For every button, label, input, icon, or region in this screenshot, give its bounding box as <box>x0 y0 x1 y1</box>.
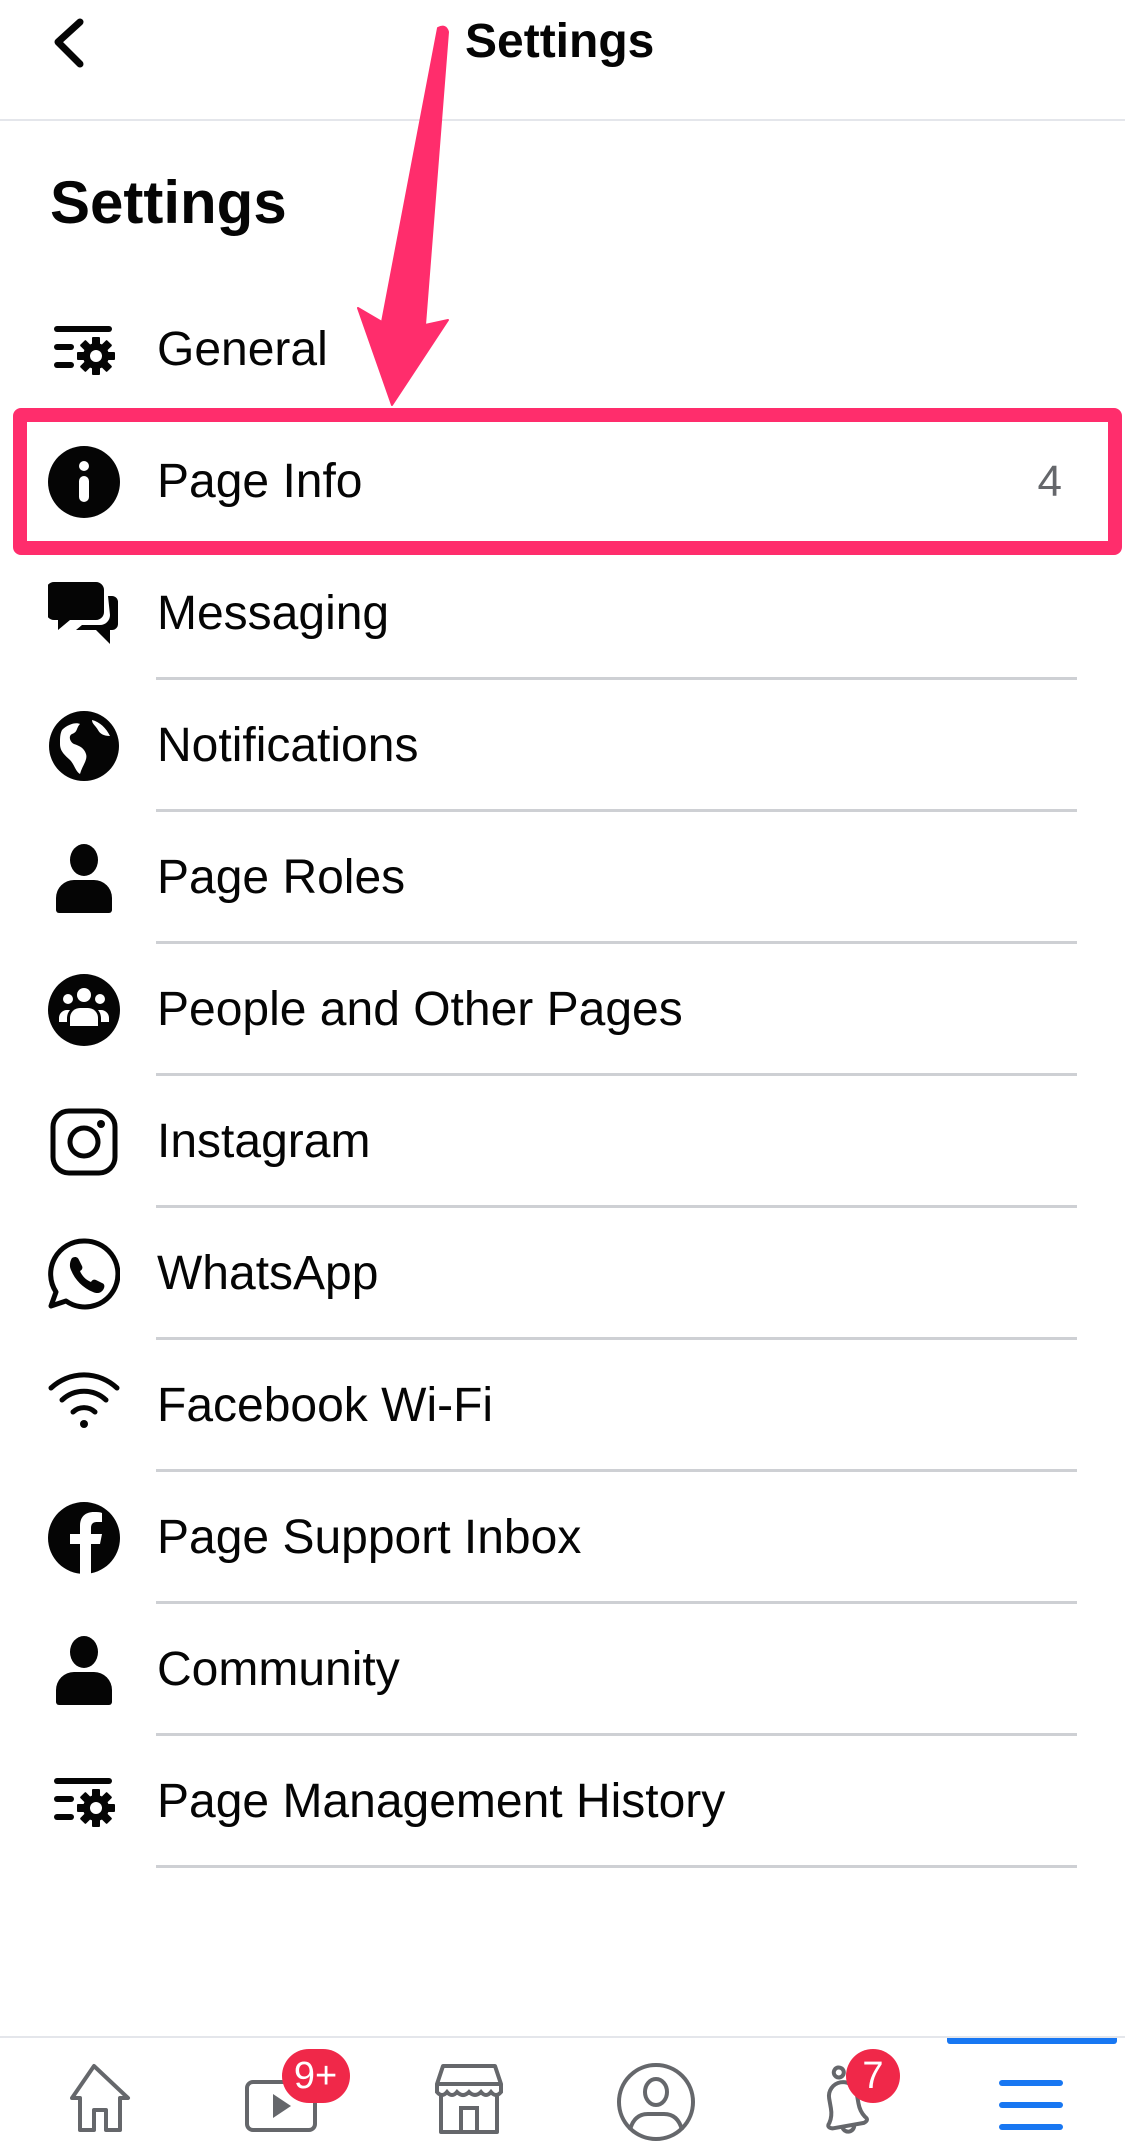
settings-item-label: Page Management History <box>157 1775 726 1828</box>
tab-home[interactable] <box>0 2038 188 2151</box>
settings-item-label: Page Roles <box>157 851 406 904</box>
back-button[interactable] <box>40 10 100 80</box>
store-icon <box>434 2064 503 2134</box>
chevron-left-icon <box>54 18 84 68</box>
settings-item-label: Notifications <box>157 719 419 772</box>
page-title: Settings <box>50 169 287 236</box>
people-group-icon <box>46 974 122 1046</box>
tab-notifications[interactable]: 7 <box>750 2038 938 2151</box>
settings-item-label: Instagram <box>157 1115 371 1168</box>
tab-menu[interactable] <box>938 2038 1125 2151</box>
tab-marketplace[interactable] <box>375 2038 563 2151</box>
item-count: 4 <box>1037 457 1062 506</box>
header-title: Settings <box>465 15 655 68</box>
settings-item-page-support-inbox[interactable]: Page Support Inbox <box>0 1472 1125 1604</box>
home-icon <box>69 2064 130 2132</box>
settings-item-facebook-wifi[interactable]: Facebook Wi-Fi <box>0 1340 1125 1472</box>
settings-item-page-info[interactable]: Page Info 4 <box>0 416 1125 548</box>
settings-list-gear-icon <box>46 314 122 386</box>
person-icon <box>46 842 122 914</box>
profile-icon <box>617 2063 696 2141</box>
wifi-icon <box>46 1370 122 1442</box>
notifications-badge: 7 <box>846 2049 900 2103</box>
settings-item-label: Page Support Inbox <box>157 1511 582 1564</box>
settings-item-page-management-history[interactable]: Page Management History <box>0 1736 1125 1868</box>
globe-icon <box>46 710 122 782</box>
settings-item-messaging[interactable]: Messaging <box>0 548 1125 680</box>
settings-item-label: General <box>157 323 328 376</box>
settings-item-notifications[interactable]: Notifications <box>0 680 1125 812</box>
settings-list-gear-icon <box>46 1766 122 1838</box>
whatsapp-icon <box>46 1238 122 1310</box>
settings-item-label: People and Other Pages <box>157 983 683 1036</box>
settings-list: General Page Info 4 Messaging Notificati… <box>0 284 1125 1868</box>
info-icon <box>46 446 122 518</box>
settings-item-label: Community <box>157 1643 400 1696</box>
tab-profile[interactable] <box>563 2038 751 2151</box>
divider <box>156 1865 1077 1868</box>
settings-item-label: Messaging <box>157 587 390 640</box>
bottom-tab-bar: 9+ 7 <box>0 2036 1125 2151</box>
person-icon <box>46 1634 122 1706</box>
settings-item-people-and-other-pages[interactable]: People and Other Pages <box>0 944 1125 1076</box>
settings-item-label: Page Info <box>157 455 363 508</box>
menu-icon <box>999 2080 1064 2130</box>
top-nav-bar: Settings <box>0 0 1125 121</box>
settings-item-whatsapp[interactable]: WhatsApp <box>0 1208 1125 1340</box>
settings-item-instagram[interactable]: Instagram <box>0 1076 1125 1208</box>
settings-item-community[interactable]: Community <box>0 1604 1125 1736</box>
settings-item-general[interactable]: General <box>0 284 1125 416</box>
facebook-icon <box>46 1502 122 1574</box>
settings-item-label: Facebook Wi-Fi <box>157 1379 494 1432</box>
settings-item-label: WhatsApp <box>157 1247 379 1300</box>
watch-badge: 9+ <box>281 2049 350 2103</box>
settings-item-page-roles[interactable]: Page Roles <box>0 812 1125 944</box>
instagram-icon <box>46 1106 122 1178</box>
tab-watch[interactable]: 9+ <box>188 2038 376 2151</box>
chat-bubbles-icon <box>46 578 122 650</box>
